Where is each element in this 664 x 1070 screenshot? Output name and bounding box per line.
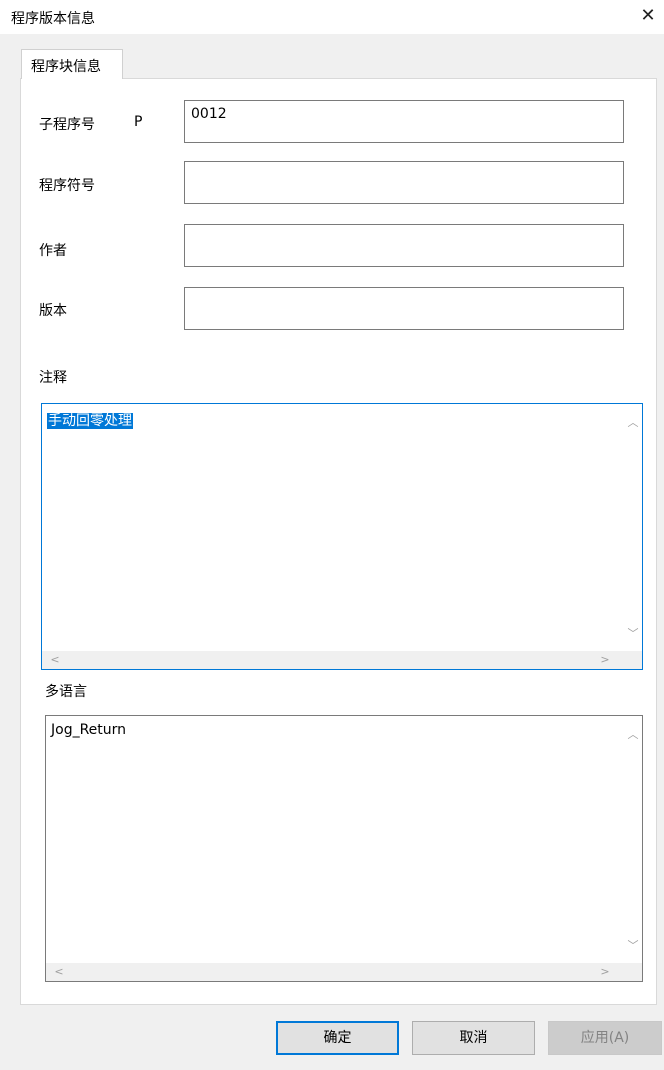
scroll-corner (624, 651, 642, 669)
multilang-text: Jog_Return (51, 722, 127, 738)
comment-text-wrap: 手动回零处理 (47, 410, 133, 430)
comment-textarea[interactable]: 手动回零处理 ︿ ﹀ < > (41, 403, 643, 670)
version-label: 版本 (39, 303, 67, 319)
comment-vertical-scrollbar[interactable]: ︿ ﹀ (624, 404, 642, 652)
scroll-left-icon[interactable]: < (53, 966, 65, 978)
scroll-down-icon[interactable]: ﹀ (627, 940, 639, 952)
cancel-button[interactable]: 取消 (412, 1021, 535, 1055)
multilang-text-wrap: Jog_Return (51, 722, 126, 738)
version-field[interactable] (184, 287, 624, 330)
window-title: 程序版本信息 (11, 11, 95, 27)
symbol-label: 程序符号 (39, 178, 95, 194)
symbol-input[interactable] (185, 162, 623, 203)
comment-label: 注释 (39, 370, 67, 386)
author-field[interactable] (184, 224, 624, 267)
scroll-up-icon[interactable]: ︿ (627, 729, 639, 741)
scroll-down-icon[interactable]: ﹀ (627, 628, 639, 640)
multilang-horizontal-scrollbar[interactable]: < > (46, 963, 624, 981)
apply-button[interactable]: 应用(A) (548, 1021, 662, 1055)
scroll-up-icon[interactable]: ︿ (627, 417, 639, 429)
scroll-left-icon[interactable]: < (49, 654, 61, 666)
symbol-field[interactable] (184, 161, 624, 204)
scroll-corner (624, 963, 642, 981)
scroll-right-icon[interactable]: > (599, 966, 611, 978)
subprogram-field[interactable] (184, 100, 624, 143)
multilang-textarea[interactable]: Jog_Return ︿ ﹀ < > (45, 715, 643, 982)
multilang-vertical-scrollbar[interactable]: ︿ ﹀ (624, 716, 642, 964)
comment-horizontal-scrollbar[interactable]: < > (42, 651, 624, 669)
tab-program-block-info[interactable]: 程序块信息 (21, 49, 123, 79)
author-input[interactable] (185, 225, 623, 266)
author-label: 作者 (39, 243, 67, 259)
subprogram-prefix: P (134, 114, 143, 130)
tab-label: 程序块信息 (31, 59, 101, 75)
subprogram-label: 子程序号 (39, 117, 95, 133)
scroll-right-icon[interactable]: > (599, 654, 611, 666)
close-icon[interactable]: ✕ (636, 4, 660, 28)
subprogram-input[interactable] (185, 101, 623, 125)
version-input[interactable] (185, 288, 623, 329)
comment-text: 手动回零处理 (47, 413, 133, 429)
title-bar: 程序版本信息 ✕ (0, 0, 664, 34)
multilang-label: 多语言 (45, 684, 87, 700)
ok-button[interactable]: 确定 (276, 1021, 399, 1055)
